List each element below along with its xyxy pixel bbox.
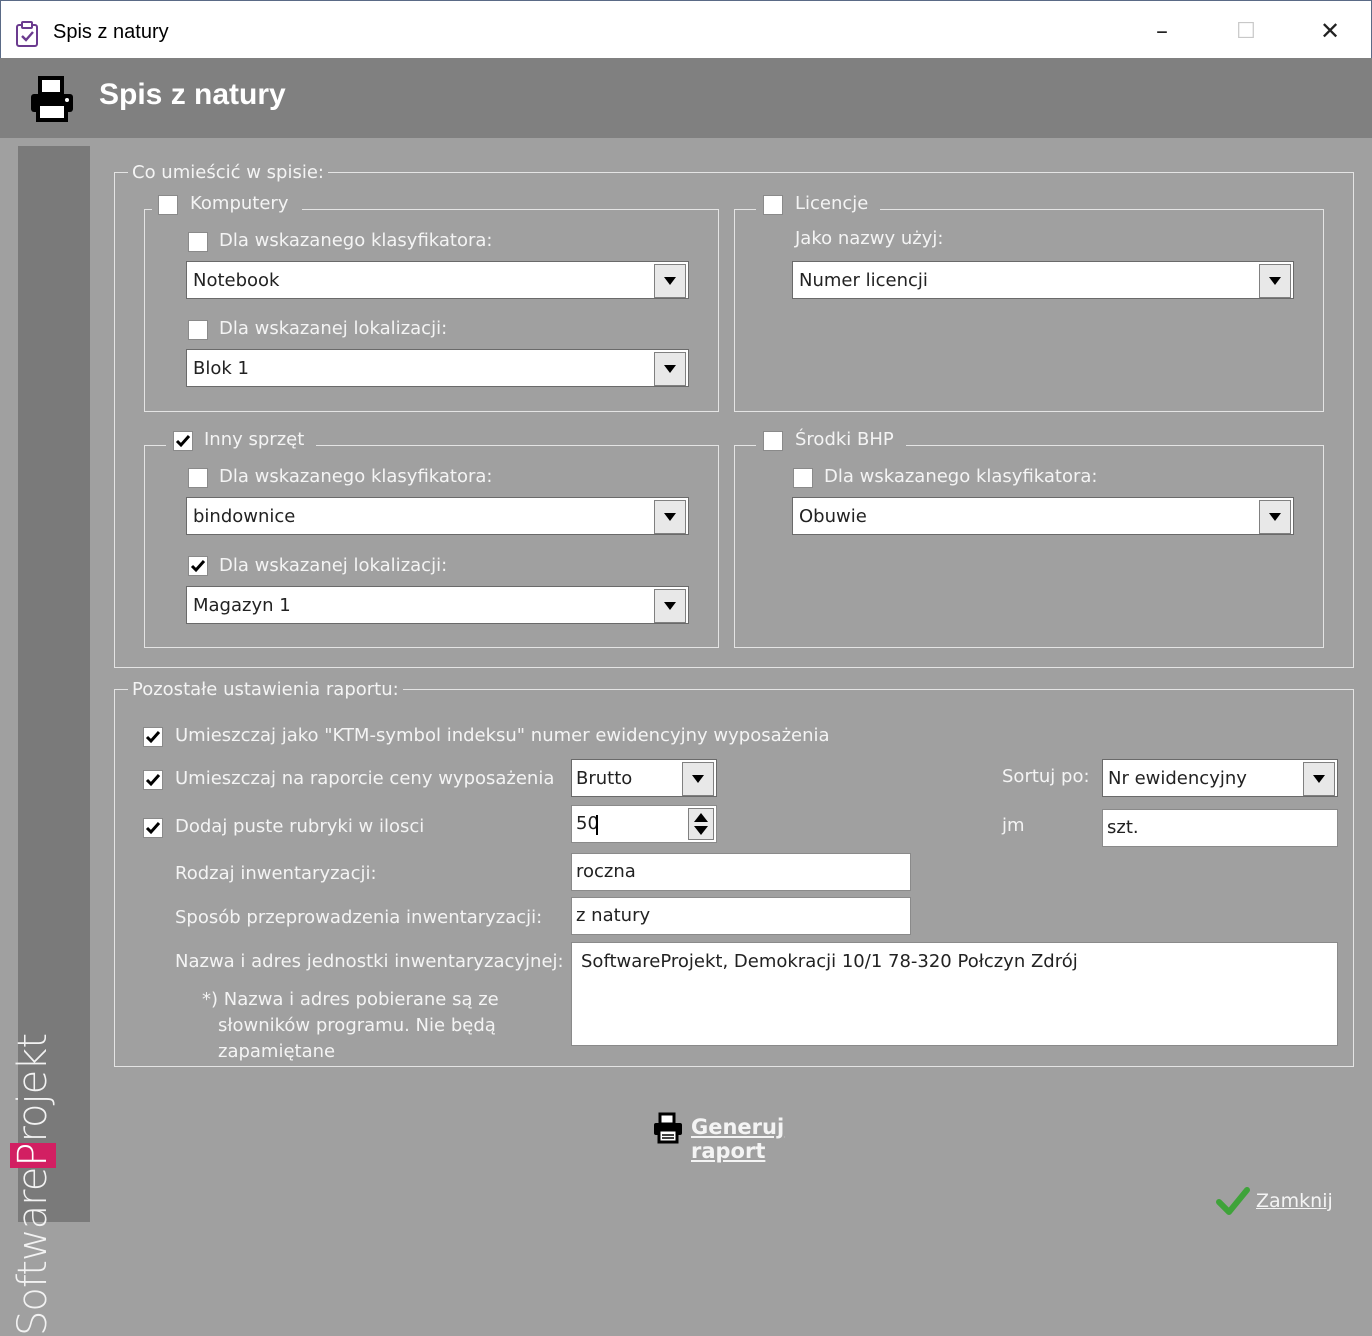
dialog-header: Spis z natury: [0, 58, 1372, 138]
bhp-classifier-select[interactable]: Obuwie: [792, 497, 1294, 535]
price-type-select[interactable]: Brutto: [571, 759, 717, 797]
inventory-method-field[interactable]: z natury: [571, 897, 911, 935]
printer-icon: [652, 1112, 684, 1144]
other-equipment-checkbox[interactable]: [173, 431, 193, 451]
computers-location-select[interactable]: Blok 1: [186, 349, 689, 387]
inventory-type-label: Rodzaj inwentaryzacji:: [175, 863, 377, 884]
minimize-button[interactable]: –: [1139, 11, 1185, 51]
window-title: Spis z natury: [53, 21, 169, 43]
chevron-down-icon[interactable]: [1259, 500, 1291, 534]
other-classifier-select[interactable]: bindownice: [186, 497, 689, 535]
printer-icon: [28, 76, 76, 122]
close-label: Zamknij: [1256, 1190, 1333, 1212]
window-titlebar: Spis z natury – ☐ ✕: [0, 0, 1372, 58]
computers-label: Komputery: [190, 193, 289, 214]
inventory-type-field[interactable]: roczna: [571, 853, 911, 891]
prices-checkbox[interactable]: [143, 770, 163, 790]
empty-rows-label: Dodaj puste rubryki w ilosci: [175, 816, 425, 837]
close-button[interactable]: Zamknij: [1216, 1184, 1336, 1218]
checkmark-icon: [190, 560, 206, 573]
chevron-down-icon[interactable]: [682, 762, 714, 796]
text-cursor: [596, 815, 598, 835]
computers-classifier-select[interactable]: Notebook: [186, 261, 689, 299]
stepper-arrows-icon[interactable]: [688, 808, 714, 840]
bhp-classifier-label: Dla wskazanego klasyfikatora:: [824, 466, 1098, 487]
empty-rows-stepper[interactable]: 50: [571, 805, 717, 843]
other-equipment-label: Inny sprzęt: [204, 429, 305, 450]
checkmark-icon: [145, 774, 161, 787]
computers-checkbox[interactable]: [158, 195, 178, 215]
settings-group-legend: Pozostałe ustawienia raportu:: [128, 679, 403, 701]
chevron-down-icon[interactable]: [654, 352, 686, 386]
unit-name-label: Nazwa i adres jednostki inwentaryzacyjne…: [175, 951, 564, 972]
computers-location-checkbox[interactable]: [188, 320, 208, 340]
checkmark-icon: [175, 435, 191, 448]
chevron-down-icon[interactable]: [654, 589, 686, 623]
licenses-name-select[interactable]: Numer licencji: [792, 261, 1294, 299]
generate-report-label: Generuj raport: [691, 1115, 785, 1163]
other-classifier-label: Dla wskazanego klasyfikatora:: [219, 466, 493, 487]
note-text: *) Nazwa i adres pobierane są ze słownik…: [202, 989, 499, 1062]
licenses-name-label: Jako nazwy użyj:: [795, 228, 944, 249]
other-location-checkbox[interactable]: [188, 556, 208, 576]
checkmark-icon: [1216, 1186, 1250, 1216]
unit-label: jm: [1002, 815, 1025, 836]
checkmark-icon: [145, 731, 161, 744]
chevron-down-icon[interactable]: [1259, 264, 1291, 298]
unit-field[interactable]: szt.: [1102, 809, 1338, 847]
other-location-select[interactable]: Magazyn 1: [186, 586, 689, 624]
inventory-method-label: Sposób przeprowadzenia inwentaryzacji:: [175, 907, 543, 928]
ktm-label: Umieszczaj jako "KTM-symbol indeksu" num…: [175, 725, 830, 746]
checkmark-icon: [145, 822, 161, 835]
close-window-button[interactable]: ✕: [1307, 11, 1353, 51]
content-group-legend: Co umieścić w spisie:: [128, 162, 328, 184]
empty-rows-checkbox[interactable]: [143, 818, 163, 838]
computers-classifier-checkbox[interactable]: [188, 232, 208, 252]
brand-sidebar: SoftwareProjekt: [10, 146, 90, 1336]
unit-name-textarea[interactable]: SoftwareProjekt, Demokracji 10/1 78-320 …: [571, 942, 1338, 1046]
generate-report-button[interactable]: Generuj raport: [652, 1110, 852, 1163]
maximize-button[interactable]: ☐: [1223, 11, 1269, 51]
chevron-down-icon[interactable]: [654, 264, 686, 298]
sort-select[interactable]: Nr ewidencyjny: [1102, 759, 1338, 797]
bhp-classifier-checkbox[interactable]: [793, 468, 813, 488]
bhp-label: Środki BHP: [795, 429, 894, 450]
computers-location-label: Dla wskazanej lokalizacji:: [219, 318, 448, 339]
other-location-label: Dla wskazanej lokalizacji:: [219, 555, 448, 576]
other-classifier-checkbox[interactable]: [188, 468, 208, 488]
softwareprojekt-logo: SoftwareProjekt: [10, 1033, 56, 1336]
chevron-down-icon[interactable]: [1303, 762, 1335, 796]
dialog-title: Spis z natury: [99, 78, 286, 111]
chevron-down-icon[interactable]: [654, 500, 686, 534]
ktm-checkbox[interactable]: [143, 727, 163, 747]
sort-label: Sortuj po:: [1002, 766, 1090, 787]
prices-label: Umieszczaj na raporcie ceny wyposażenia: [175, 768, 555, 789]
licenses-checkbox[interactable]: [763, 195, 783, 215]
clipboard-check-icon: [15, 21, 39, 47]
computers-classifier-label: Dla wskazanego klasyfikatora:: [219, 230, 493, 251]
licenses-label: Licencje: [795, 193, 869, 214]
bhp-checkbox[interactable]: [763, 431, 783, 451]
